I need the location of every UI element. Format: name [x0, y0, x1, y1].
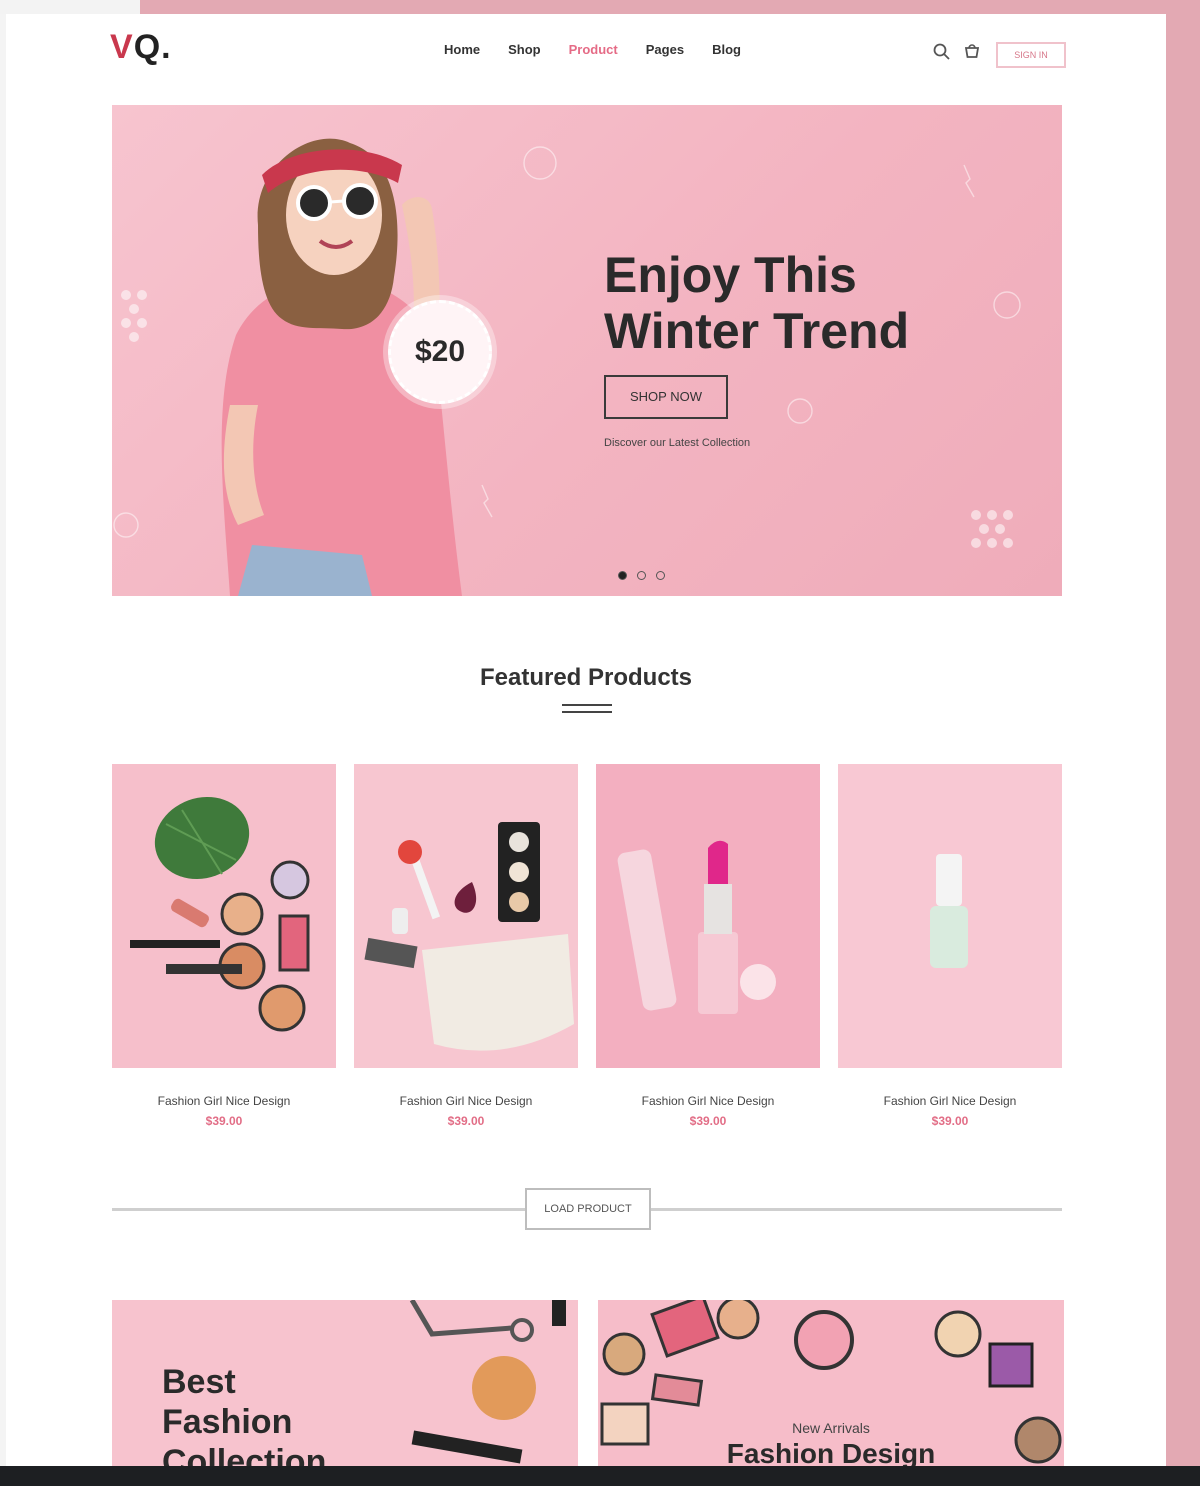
product-price: $39.00	[931, 1114, 969, 1128]
banner-left-line2: Fashion	[162, 1403, 293, 1441]
cart-icon[interactable]	[962, 42, 982, 62]
product-image-cosmetic-bag[interactable]	[354, 764, 578, 1068]
hero-title-line2: Winter Trend	[604, 303, 910, 359]
hero-model-illustration	[113, 138, 1021, 596]
browser-frame-top	[0, 0, 140, 14]
lipstick-illustration	[617, 840, 776, 1014]
search-icon[interactable]	[932, 42, 952, 62]
product-card-1[interactable]: Fashion Girl Nice Design $39.00	[112, 764, 336, 1128]
promo-banner-left[interactable]: Best Fashion Collection	[112, 1300, 578, 1466]
product-image-nail-polish[interactable]	[838, 764, 1062, 1068]
banner-right-subtitle: New Arrivals	[792, 1420, 870, 1436]
product-price: $39.00	[447, 1114, 485, 1128]
product-image-makeup-palette[interactable]	[112, 764, 336, 1068]
taskbar	[0, 1466, 1200, 1486]
sign-in-button[interactable]: SIGN IN	[996, 42, 1066, 68]
product-name[interactable]: Fashion Girl Nice Design	[838, 1094, 1062, 1108]
load-product-button[interactable]: LOAD PRODUCT	[525, 1188, 651, 1230]
featured-products-title: Featured Products	[479, 664, 693, 691]
price-badge: $20	[388, 300, 492, 404]
product-name[interactable]: Fashion Girl Nice Design	[112, 1094, 336, 1108]
logo[interactable]: VQ.	[110, 28, 172, 67]
nav-home[interactable]: Home	[444, 42, 480, 57]
product-card-3[interactable]: Fashion Girl Nice Design $39.00	[596, 764, 820, 1128]
banner-left-line1: Best	[162, 1363, 236, 1401]
product-name[interactable]: Fashion Girl Nice Design	[354, 1094, 578, 1108]
hero-banner: $20 Enjoy This Winter Trend SHOP NOW Dis…	[112, 105, 1062, 596]
nav-shop[interactable]: Shop	[508, 42, 541, 57]
nail-polish-illustration	[930, 854, 968, 968]
logo-text: Q.	[133, 28, 172, 66]
banner-left-title: Best Fashion Collection	[162, 1362, 326, 1466]
product-price: $39.00	[205, 1114, 243, 1128]
product-price: $39.00	[689, 1114, 727, 1128]
slider-dot-1[interactable]	[618, 571, 627, 580]
promo-banner-right[interactable]: New Arrivals Fashion Design	[598, 1300, 1064, 1466]
hero-subtitle: Discover our Latest Collection	[604, 437, 751, 449]
banner-left-line3: Collection	[162, 1443, 327, 1466]
logo-mark: V	[110, 28, 134, 66]
makeup-palette-illustration	[130, 796, 310, 1032]
product-card-4[interactable]: Fashion Girl Nice Design $39.00	[838, 764, 1062, 1128]
shop-now-button[interactable]: SHOP NOW	[604, 375, 728, 419]
cosmetic-bag-illustration	[364, 822, 574, 1051]
hero-title: Enjoy This Winter Trend	[604, 247, 909, 359]
product-image-lipstick[interactable]	[596, 764, 820, 1068]
title-underline	[562, 704, 612, 713]
hero-title-line1: Enjoy This	[604, 247, 857, 303]
page: VQ. Home Shop Product Pages Blog SIGN IN	[6, 14, 1166, 1466]
nav-pages[interactable]: Pages	[646, 42, 684, 57]
product-name[interactable]: Fashion Girl Nice Design	[596, 1094, 820, 1108]
product-card-2[interactable]: Fashion Girl Nice Design $39.00	[354, 764, 578, 1128]
slider-dot-2[interactable]	[637, 571, 646, 580]
slider-dot-3[interactable]	[656, 571, 665, 580]
nav-product[interactable]: Product	[569, 42, 618, 57]
banner-right-title: Fashion Design	[726, 1438, 936, 1466]
slider-dots	[618, 571, 665, 580]
nav-blog[interactable]: Blog	[712, 42, 741, 57]
main-nav: Home Shop Product Pages Blog	[444, 42, 741, 57]
